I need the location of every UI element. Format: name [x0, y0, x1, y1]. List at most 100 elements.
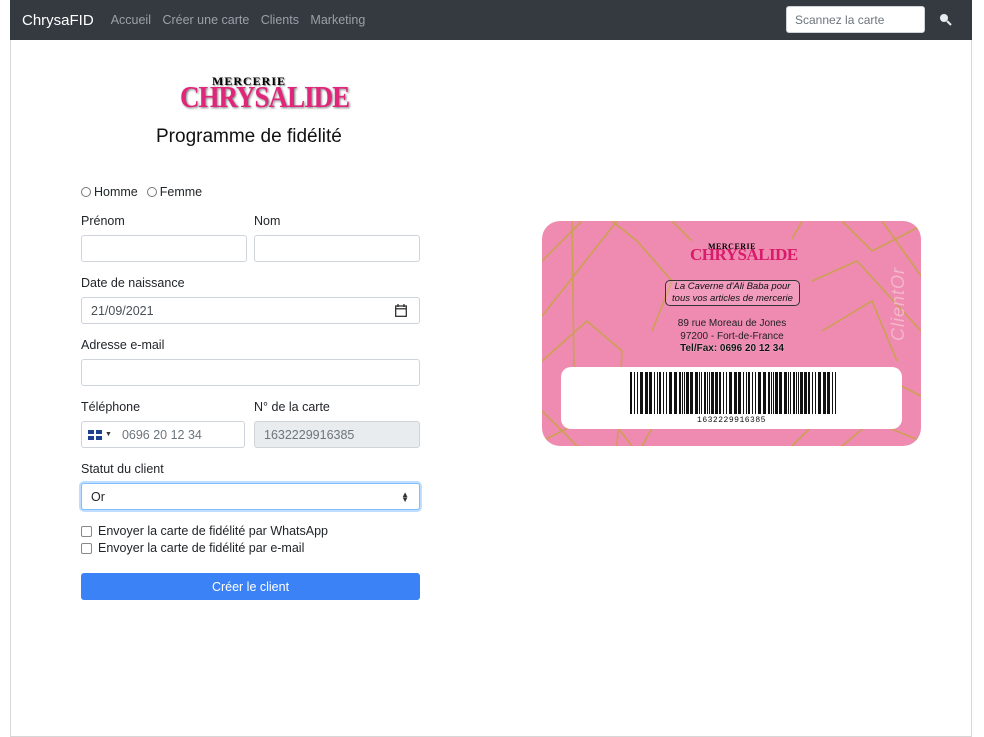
barcode-bar [704, 372, 706, 414]
barcode-bar [649, 372, 652, 414]
card-client-tier-label: ClientOr [888, 266, 908, 341]
barcode-bar [723, 372, 724, 414]
store-logo: MERCERIE CHRYSALIDE [180, 70, 350, 114]
card-barcode-panel: 1632229916385 [561, 367, 902, 429]
barcode-bar [773, 372, 774, 414]
nav-links: Accueil Créer une carte Clients Marketin… [111, 11, 373, 29]
email-input[interactable] [81, 359, 420, 386]
create-client-button[interactable]: Créer le client [81, 573, 420, 600]
barcode-bar [645, 372, 648, 414]
birthdate-input[interactable]: 21/09/2021 [81, 297, 420, 324]
barcode-bar [679, 372, 681, 414]
barcode-bar [793, 372, 795, 414]
barcode-number: 1632229916385 [697, 416, 766, 425]
email-send-checkbox-label: Envoyer la carte de fidélité par e-mail [98, 541, 305, 555]
status-select[interactable]: Or ▲ ▼ [81, 483, 420, 510]
birthdate-label: Date de naissance [81, 276, 185, 290]
card-logo-big-text: CHRYSALIDE [690, 245, 798, 264]
barcode-bar [748, 372, 750, 414]
barcode-bar [734, 372, 737, 414]
select-arrows-icon: ▲ ▼ [401, 490, 409, 504]
barcode-bar [771, 372, 772, 414]
barcode-bar [634, 372, 635, 414]
barcode-bar [669, 372, 672, 414]
firstname-label: Prénom [81, 214, 125, 228]
calendar-icon[interactable] [395, 304, 407, 317]
card-slogan-line1: La Caverne d'Ali Baba pour [674, 281, 791, 292]
barcode-bar [682, 372, 683, 414]
barcode-bar [663, 372, 664, 414]
card-number-input: 1632229916385 [254, 421, 420, 448]
barcode-bar [763, 372, 766, 414]
logo-big-text: CHRYSALIDE [180, 80, 350, 114]
barcode-bar [738, 372, 741, 414]
gender-radio-femme[interactable] [146, 187, 157, 197]
barcode-icon [630, 372, 836, 414]
barcode-bar [690, 372, 693, 414]
nav-link-creer-carte[interactable]: Créer une carte [162, 13, 249, 27]
barcode-bar [659, 372, 661, 414]
barcode-bar [709, 372, 710, 414]
barcode-bar [788, 372, 789, 414]
firstname-input[interactable] [81, 235, 247, 262]
email-send-option: Envoyer la carte de fidélité par e-mail [81, 541, 304, 555]
flag-icon[interactable] [88, 429, 102, 440]
barcode-bar [800, 372, 803, 414]
brand-link[interactable]: ChrysaFID [22, 12, 94, 29]
barcode-bar [666, 372, 667, 414]
barcode-bar [657, 372, 658, 414]
lastname-label: Nom [254, 214, 281, 228]
gender-radio-homme[interactable] [81, 187, 91, 197]
phone-label: Téléphone [81, 400, 141, 414]
whatsapp-checkbox-label: Envoyer la carte de fidélité par WhatsAp… [98, 524, 328, 538]
gender-label-homme: Homme [94, 185, 138, 199]
barcode-bar [715, 372, 718, 414]
page-title: Programme de fidélité [156, 126, 342, 147]
nav-link-clients[interactable]: Clients [261, 13, 299, 27]
barcode-bar [758, 372, 761, 414]
barcode-bar [796, 372, 797, 414]
barcode-bar [701, 372, 702, 414]
status-selected-value: Or [91, 489, 105, 504]
lastname-input[interactable] [254, 235, 420, 262]
phone-placeholder: 0696 20 12 34 [121, 427, 202, 442]
barcode-bar [684, 372, 685, 414]
card-address-line1: 89 rue Moreau de Jones [677, 318, 787, 329]
barcode-bar [674, 372, 677, 414]
barcode-bar [755, 372, 756, 414]
barcode-bar [746, 372, 747, 414]
card-slogan: La Caverne d'Ali Baba pour tous vos arti… [665, 280, 800, 306]
email-send-checkbox[interactable] [81, 542, 92, 554]
barcode-bar [752, 372, 753, 414]
barcode-bar [640, 372, 643, 414]
barcode-bar [707, 372, 708, 414]
card-tel: Tel/Fax: 0696 20 12 34 [680, 343, 784, 354]
card-number-label: N° de la carte [254, 400, 330, 414]
birthdate-value: 21/09/2021 [91, 303, 154, 318]
barcode-bar [743, 372, 744, 414]
barcode-bar [779, 372, 782, 414]
nav-link-marketing[interactable]: Marketing [310, 13, 365, 27]
nav-link-accueil[interactable]: Accueil [111, 13, 151, 27]
phone-input[interactable]: ▼ 0696 20 12 34 [81, 421, 245, 448]
email-label: Adresse e-mail [81, 338, 165, 352]
whatsapp-checkbox[interactable] [81, 525, 92, 537]
scan-card-input[interactable] [786, 6, 925, 33]
barcode-bar [808, 372, 810, 414]
barcode-bar [798, 372, 799, 414]
whatsapp-option: Envoyer la carte de fidélité par WhatsAp… [81, 524, 328, 538]
barcode-bar [790, 372, 791, 414]
barcode-bar [818, 372, 821, 414]
barcode-bar [832, 372, 833, 414]
barcode-bar [711, 372, 714, 414]
barcode-bar [812, 372, 813, 414]
search-icon[interactable] [939, 13, 952, 26]
barcode-bar [827, 372, 830, 414]
barcode-bar [815, 372, 816, 414]
barcode-bar [768, 372, 770, 414]
card-address: 89 rue Moreau de Jones 97200 - Fort-de-F… [642, 318, 822, 356]
chevron-down-icon[interactable]: ▼ [105, 431, 112, 438]
barcode-bar [699, 372, 700, 414]
gender-radio-group: Homme Femme [81, 185, 211, 199]
card-logo: MERCERIE CHRYSALIDE [690, 240, 798, 266]
